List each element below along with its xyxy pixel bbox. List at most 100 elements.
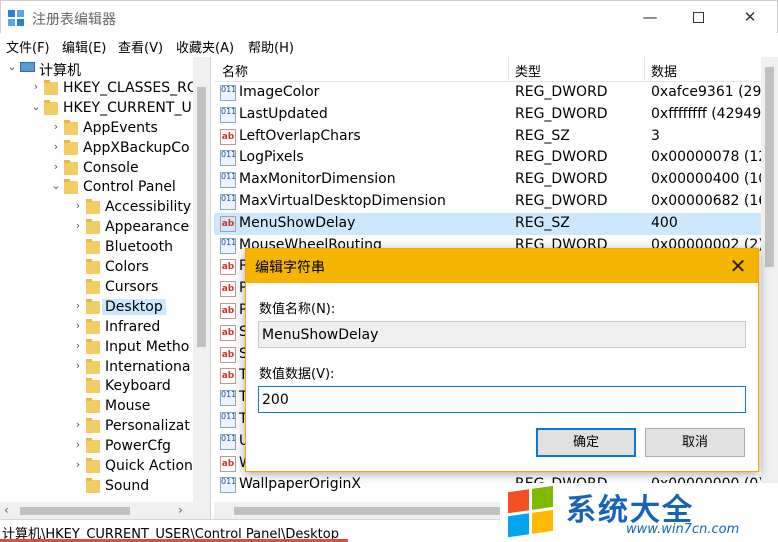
scrollbar-thumb[interactable] (234, 507, 504, 515)
string-value-icon: ab (220, 324, 236, 341)
tree-item-label: HKEY_CLASSES_RO (63, 79, 198, 96)
tree-horizontal-scrollbar[interactable]: ‹ › (0, 502, 210, 519)
tree-item[interactable]: › Desktop (0, 298, 195, 318)
menu-file[interactable]: 文件(F) (6, 37, 50, 56)
cell-name: MenuShowDelay (239, 214, 356, 231)
tree-item[interactable]: › Internationa (0, 358, 195, 378)
scrollbar-thumb[interactable] (765, 67, 774, 267)
column-header-type[interactable]: 类型 (515, 61, 541, 80)
folder-icon (86, 199, 100, 215)
tree-item[interactable]: › Appearance (0, 218, 195, 238)
table-row[interactable]: 011 LogPixels REG_DWORD 0x00000078 (120 (214, 147, 778, 169)
collapsed-arrow-icon[interactable]: › (50, 140, 62, 153)
tree-item-label: Control Panel (83, 179, 176, 196)
cell-data: 400 (651, 214, 678, 231)
column-header-name[interactable]: 名称 (222, 61, 248, 80)
tree-item[interactable]: Sound (0, 477, 195, 497)
tree-item[interactable]: › AppEvents (0, 119, 195, 139)
ok-button[interactable]: 确定 (536, 428, 636, 457)
expanded-arrow-icon[interactable]: ⌄ (30, 100, 42, 113)
value-data-input[interactable] (258, 386, 746, 413)
table-row[interactable]: 011 ImageColor REG_DWORD 0xafce9361 (294 (214, 82, 778, 104)
tree-item[interactable]: Cursors (0, 278, 195, 298)
collapsed-arrow-icon[interactable]: › (72, 219, 84, 232)
tree-item[interactable]: › PowerCfg (0, 437, 195, 457)
column-header-data[interactable]: 数据 (651, 61, 677, 80)
tree-item-label: Infrared (105, 318, 161, 335)
scrollbar-thumb[interactable] (20, 507, 130, 515)
cell-name: WallpaperOriginX (239, 476, 361, 493)
folder-icon (86, 358, 100, 374)
collapsed-arrow-icon[interactable]: › (50, 120, 62, 133)
registry-tree[interactable]: ⌄ 计算机 › HKEY_CLASSES_RO ⌄ HKEY_CURRENT_U › AppE… (0, 57, 211, 519)
tree-item[interactable]: › Accessibility (0, 198, 195, 218)
expanded-arrow-icon[interactable]: ⌄ (50, 179, 62, 192)
collapsed-arrow-icon[interactable]: › (72, 299, 84, 312)
folder-icon (86, 239, 100, 255)
folder-icon (86, 398, 100, 414)
table-row[interactable]: 011 MaxMonitorDimension REG_DWORD 0x0000040… (214, 169, 778, 191)
tree-item[interactable]: ⌄ Control Panel (0, 178, 195, 198)
menu-help[interactable]: 帮助(H) (248, 37, 294, 56)
tree-item-label: Bluetooth (105, 239, 173, 256)
table-row[interactable]: ab LeftOverlapChars REG_SZ 3 (214, 126, 778, 148)
scrollbar-thumb[interactable] (197, 87, 206, 347)
cancel-button[interactable]: 取消 (645, 428, 745, 457)
tree-item[interactable]: › Personalizat (0, 417, 195, 437)
collapsed-arrow-icon[interactable]: › (50, 160, 62, 173)
tree-item[interactable]: Colors (0, 258, 195, 278)
tree-item[interactable]: › Input Metho (0, 338, 195, 358)
menu-edit[interactable]: 编辑(E) (62, 37, 106, 56)
binary-value-icon: 011 (220, 106, 236, 123)
collapsed-arrow-icon[interactable]: › (30, 80, 42, 93)
minimize-button[interactable]: — (625, 1, 675, 34)
tree-item[interactable]: › Infrared (0, 318, 195, 338)
table-row[interactable]: 011 MaxVirtualDesktopDimension REG_DWORD 0x… (214, 191, 778, 213)
tree-item[interactable]: ⌄ 计算机 (0, 59, 195, 79)
cell-name: MaxVirtualDesktopDimension (239, 193, 446, 209)
list-header: 名称 类型 数据 (214, 57, 778, 82)
binary-value-icon: 011 (220, 172, 236, 189)
binary-value-icon: 011 (220, 237, 236, 254)
tree-item[interactable]: › HKEY_CLASSES_RO (0, 79, 198, 99)
scroll-right-icon[interactable]: › (178, 502, 183, 519)
tree-item[interactable]: › Console (0, 159, 195, 179)
cell-data: 0x00000682 (166 (651, 193, 777, 209)
table-row[interactable]: 011 LastUpdated REG_DWORD 0xffffffff (42949… (214, 104, 778, 126)
tree-item[interactable]: › AppXBackupCo (0, 139, 195, 159)
cell-name: LeftOverlapChars (239, 127, 361, 144)
tree-vertical-scrollbar[interactable] (193, 57, 210, 519)
dialog-title: 编辑字符串 (255, 260, 325, 276)
table-row[interactable]: ab MenuShowDelay REG_SZ 400 (214, 212, 778, 235)
tree-item-label: Sound (105, 477, 150, 494)
close-button[interactable]: ✕ (725, 1, 775, 34)
collapsed-arrow-icon[interactable]: › (72, 418, 84, 431)
folder-icon (64, 179, 78, 195)
collapsed-arrow-icon[interactable]: › (72, 199, 84, 212)
computer-icon (20, 62, 35, 72)
collapsed-arrow-icon[interactable]: › (72, 339, 84, 352)
expanded-arrow-icon[interactable]: ⌄ (6, 60, 18, 73)
collapsed-arrow-icon[interactable]: › (72, 458, 84, 471)
collapsed-arrow-icon[interactable]: › (72, 359, 84, 372)
scroll-left-icon[interactable]: ‹ (4, 502, 9, 519)
tree-item-label: PowerCfg (105, 438, 171, 455)
tree-item[interactable]: › Quick Action (0, 457, 195, 477)
collapsed-arrow-icon[interactable]: › (72, 438, 84, 451)
tree-item[interactable]: ⌄ HKEY_CURRENT_U (0, 99, 195, 119)
cell-data: 3 (651, 127, 660, 144)
value-name-field[interactable] (258, 321, 746, 348)
maximize-button[interactable] (673, 1, 723, 34)
tree-item-label: Console (83, 159, 139, 176)
cell-type: REG_DWORD (515, 149, 608, 166)
tree-item[interactable]: Bluetooth (0, 238, 195, 258)
string-value-icon: ab (220, 281, 236, 298)
list-vertical-scrollbar[interactable] (761, 57, 778, 499)
menu-favorites[interactable]: 收藏夹(A) (176, 37, 234, 56)
tree-item-label: Personalizat (105, 418, 190, 435)
tree-item[interactable]: Mouse (0, 397, 195, 417)
collapsed-arrow-icon[interactable]: › (72, 319, 84, 332)
menu-view[interactable]: 查看(V) (118, 37, 163, 56)
dialog-close-button[interactable]: ✕ (724, 252, 752, 280)
tree-item[interactable]: Keyboard (0, 377, 195, 397)
